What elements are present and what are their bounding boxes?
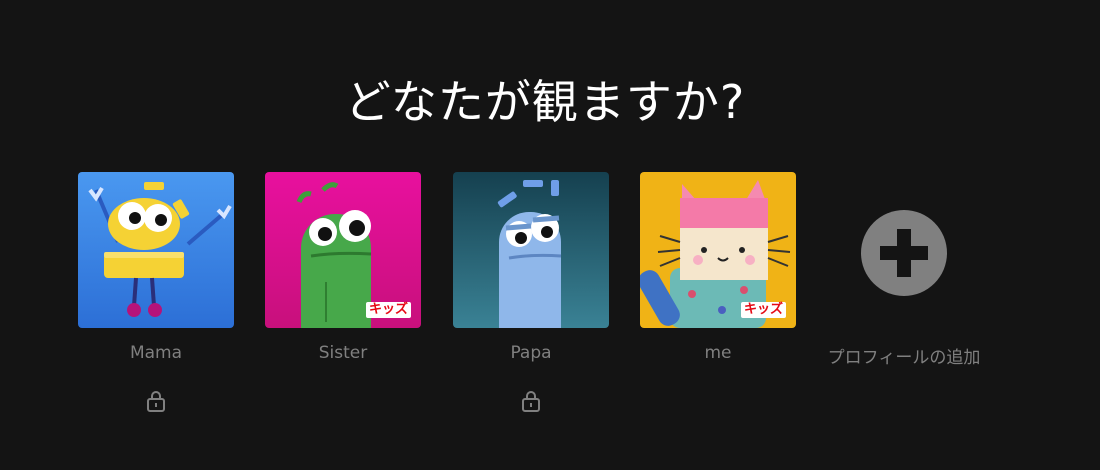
lock-icon: [147, 391, 165, 412]
lock-icon: [522, 391, 540, 412]
add-profile-label[interactable]: プロフィールの追加: [806, 343, 1002, 368]
green-robot-avatar-icon[interactable]: キッズ: [265, 172, 421, 328]
profile-me[interactable]: キッズ me: [640, 172, 796, 363]
profile-name[interactable]: Sister: [235, 343, 451, 363]
blue-robot-avatar-icon[interactable]: [453, 172, 609, 328]
kids-badge: キッズ: [740, 302, 786, 318]
yellow-robot-avatar-icon[interactable]: [78, 172, 234, 328]
profile-sister[interactable]: キッズ Sister: [265, 172, 421, 363]
profile-papa[interactable]: Papa: [453, 172, 609, 412]
box-cat-avatar-icon[interactable]: キッズ: [640, 172, 796, 328]
profile-name[interactable]: Papa: [423, 343, 639, 363]
plus-circle-icon[interactable]: [861, 210, 947, 296]
profile-name[interactable]: Mama: [48, 343, 264, 363]
profile-select-page: どなたが観ますか? Mama キッズ Sister Papa キッズ me プロ…: [0, 0, 1100, 470]
page-title: どなたが観ますか?: [344, 75, 746, 129]
profile-name[interactable]: me: [610, 343, 826, 363]
kids-badge: キッズ: [365, 302, 411, 318]
profile-mama[interactable]: Mama: [78, 172, 234, 412]
